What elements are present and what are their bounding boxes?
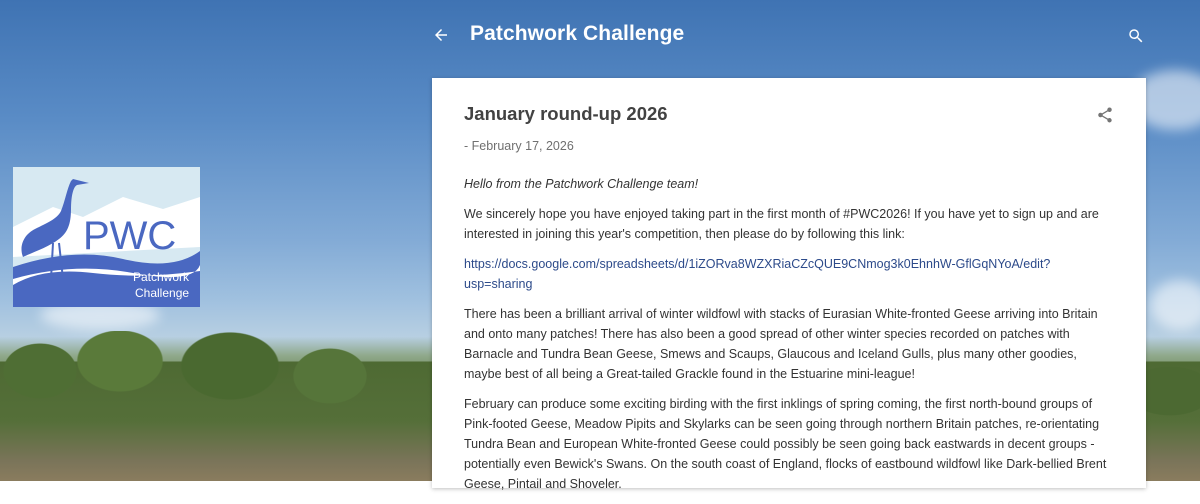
top-bar: Patchwork Challenge bbox=[0, 0, 1200, 72]
pwc-logo-image: PWC Patchwork Challenge bbox=[13, 167, 200, 307]
cloud bbox=[1150, 280, 1200, 330]
share-button[interactable] bbox=[1092, 102, 1118, 128]
share-icon bbox=[1098, 107, 1112, 123]
post-intro: Hello from the Patchwork Challenge team! bbox=[464, 177, 699, 191]
arrow-left-icon bbox=[435, 29, 447, 41]
post-body: Hello from the Patchwork Challenge team!… bbox=[464, 174, 1112, 504]
back-button[interactable] bbox=[426, 20, 456, 50]
search-button[interactable] bbox=[1122, 22, 1150, 50]
blog-logo[interactable]: PWC Patchwork Challenge bbox=[13, 167, 200, 307]
logo-main-text: PWC bbox=[83, 214, 176, 258]
signup-link[interactable]: https://docs.google.com/spreadsheets/d/1… bbox=[464, 257, 1050, 291]
post-card: January round-up 2026 - February 17, 202… bbox=[432, 78, 1146, 491]
post-date[interactable]: - February 17, 2026 bbox=[464, 139, 574, 153]
post-paragraph: There has been a brilliant arrival of wi… bbox=[464, 307, 1098, 381]
post-title[interactable]: January round-up 2026 bbox=[464, 103, 668, 125]
post-paragraph: We sincerely hope you have enjoyed takin… bbox=[464, 207, 1099, 241]
blog-title[interactable]: Patchwork Challenge bbox=[470, 22, 684, 46]
post-paragraph: February can produce some exciting birdi… bbox=[464, 397, 1107, 491]
search-icon bbox=[1129, 29, 1143, 43]
logo-line1: Patchwork bbox=[133, 270, 190, 284]
logo-line2: Challenge bbox=[135, 286, 189, 300]
